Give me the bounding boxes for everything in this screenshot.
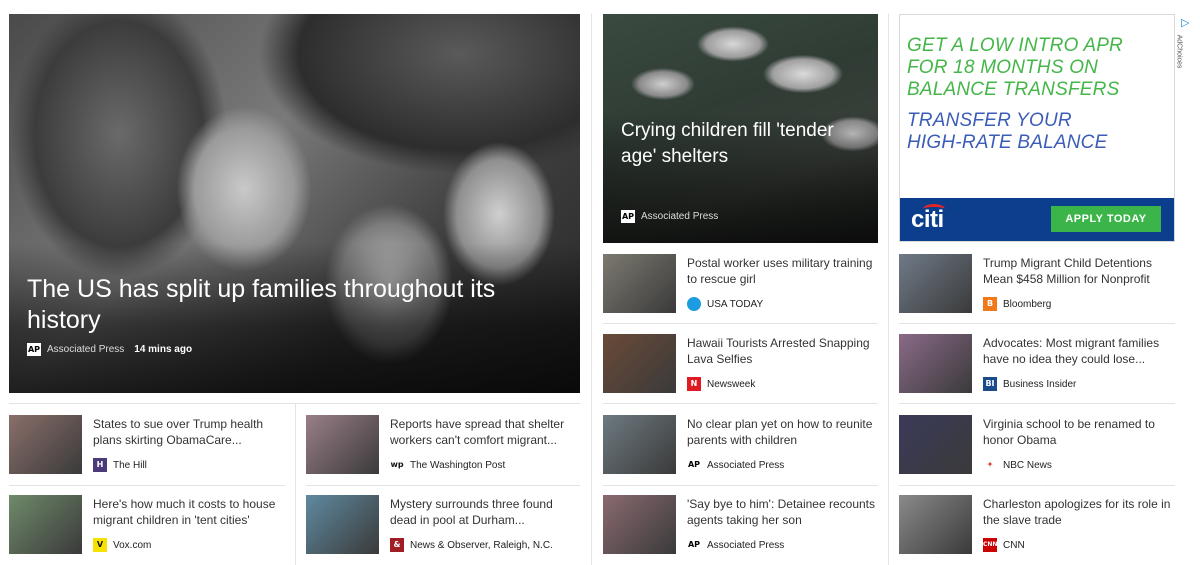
card-thumbnail[interactable] (899, 495, 972, 554)
card-thumbnail[interactable] (603, 415, 676, 474)
card-thumbnail[interactable] (306, 495, 379, 554)
publisher-logo-icon: CNN (983, 538, 997, 552)
feature-title[interactable]: Crying children fill 'tender age' shelte… (621, 118, 861, 170)
citi-arc-icon (923, 204, 945, 214)
column-divider (888, 14, 889, 565)
card-headline[interactable]: 'Say bye to him': Detainee recounts agen… (687, 496, 877, 528)
card-thumbnail[interactable] (899, 415, 972, 474)
hero-title[interactable]: The US has split up families throughout … (27, 274, 527, 336)
citi-ad[interactable]: GET A LOW INTRO APR FOR 18 MONTHS ON BAL… (899, 14, 1175, 242)
publisher-logo-icon: & (390, 538, 404, 552)
card-source: BI Business Insider (983, 377, 1076, 391)
row-divider (899, 485, 1175, 486)
row-divider (9, 403, 580, 404)
news-card[interactable]: Advocates: Most migrant families have no… (899, 334, 1174, 404)
card-source: ● USA TODAY (687, 297, 763, 311)
publisher-logo-icon: BI (983, 377, 997, 391)
row-divider (9, 485, 285, 486)
citi-logo: citi (911, 204, 945, 233)
feature-source: Associated Press (641, 211, 719, 222)
card-headline[interactable]: States to sue over Trump health plans sk… (93, 416, 283, 448)
ap-logo-icon: AP (27, 343, 41, 356)
card-source: N Newsweek (687, 377, 755, 391)
card-thumbnail[interactable] (603, 495, 676, 554)
card-headline[interactable]: Virginia school to be renamed to honor O… (983, 416, 1173, 448)
feature-story[interactable]: Crying children fill 'tender age' shelte… (603, 14, 878, 243)
publisher-logo-icon: B (983, 297, 997, 311)
card-source: ✦ NBC News (983, 458, 1052, 472)
card-headline[interactable]: Here's how much it costs to house migran… (93, 496, 283, 528)
news-card[interactable]: No clear plan yet on how to reunite pare… (603, 415, 878, 485)
ap-logo-icon: AP (621, 210, 635, 223)
card-thumbnail[interactable] (306, 415, 379, 474)
card-source: wp The Washington Post (390, 458, 506, 472)
ad-footer: citi APPLY TODAY (900, 198, 1174, 241)
card-headline[interactable]: Advocates: Most migrant families have no… (983, 335, 1173, 367)
feature-meta: AP Associated Press (621, 210, 718, 223)
card-thumbnail[interactable] (9, 415, 82, 474)
card-thumbnail[interactable] (899, 334, 972, 393)
news-card[interactable]: States to sue over Trump health plans sk… (9, 415, 284, 485)
adchoices[interactable]: ▷ AdChoices (1175, 14, 1196, 74)
card-headline[interactable]: Charleston apologizes for its role in th… (983, 496, 1173, 528)
news-card[interactable]: Charleston apologizes for its role in th… (899, 495, 1174, 565)
publisher-logo-icon: N (687, 377, 701, 391)
card-headline[interactable]: Trump Migrant Child Detentions Mean $458… (983, 255, 1173, 287)
news-card[interactable]: Virginia school to be renamed to honor O… (899, 415, 1174, 485)
news-card[interactable]: Here's how much it costs to house migran… (9, 495, 284, 565)
card-headline[interactable]: Reports have spread that shelter workers… (390, 416, 580, 448)
adchoices-icon[interactable]: ▷ (1181, 16, 1189, 29)
hero-time: 14 mins ago (134, 344, 193, 355)
hero-story[interactable]: The US has split up families throughout … (9, 14, 580, 393)
card-source: AP Associated Press (687, 538, 785, 552)
publisher-logo-icon: wp (390, 458, 404, 472)
card-thumbnail[interactable] (603, 334, 676, 393)
hero-source: Associated Press (47, 344, 125, 355)
card-headline[interactable]: Mystery surrounds three found dead in po… (390, 496, 580, 528)
card-source: AP Associated Press (687, 458, 785, 472)
card-source: & News & Observer, Raleigh, N.C. (390, 538, 553, 552)
hero-meta: AP Associated Press 14 mins ago (27, 343, 192, 356)
news-card[interactable]: Trump Migrant Child Detentions Mean $458… (899, 254, 1174, 324)
apply-today-button[interactable]: APPLY TODAY (1051, 206, 1161, 232)
news-card[interactable]: Postal worker uses military training to … (603, 254, 878, 324)
row-divider (306, 485, 580, 486)
card-source: B Bloomberg (983, 297, 1051, 311)
ad-subheadline: TRANSFER YOUR HIGH-RATE BALANCE (907, 110, 1108, 153)
card-headline[interactable]: Hawaii Tourists Arrested Snapping Lava S… (687, 335, 877, 367)
card-source: H The Hill (93, 458, 147, 472)
news-card[interactable]: Reports have spread that shelter workers… (306, 415, 581, 485)
publisher-logo-icon: H (93, 458, 107, 472)
publisher-logo-icon: AP (687, 538, 701, 552)
card-thumbnail[interactable] (603, 254, 676, 313)
publisher-logo-icon: ● (687, 297, 701, 311)
card-headline[interactable]: No clear plan yet on how to reunite pare… (687, 416, 877, 448)
publisher-logo-icon: AP (687, 458, 701, 472)
column-divider (591, 14, 592, 565)
card-thumbnail[interactable] (9, 495, 82, 554)
news-card[interactable]: 'Say bye to him': Detainee recounts agen… (603, 495, 878, 565)
news-card[interactable]: Hawaii Tourists Arrested Snapping Lava S… (603, 334, 878, 404)
card-thumbnail[interactable] (899, 254, 972, 313)
card-headline[interactable]: Postal worker uses military training to … (687, 255, 877, 287)
ad-headline: GET A LOW INTRO APR FOR 18 MONTHS ON BAL… (907, 35, 1123, 100)
publisher-logo-icon: V (93, 538, 107, 552)
publisher-logo-icon: ✦ (983, 458, 997, 472)
news-card[interactable]: Mystery surrounds three found dead in po… (306, 495, 581, 565)
row-divider (603, 485, 878, 486)
column-divider (295, 403, 296, 565)
card-source: CNN CNN (983, 538, 1025, 552)
card-source: V Vox.com (93, 538, 151, 552)
adchoices-label: AdChoices (1175, 34, 1183, 69)
